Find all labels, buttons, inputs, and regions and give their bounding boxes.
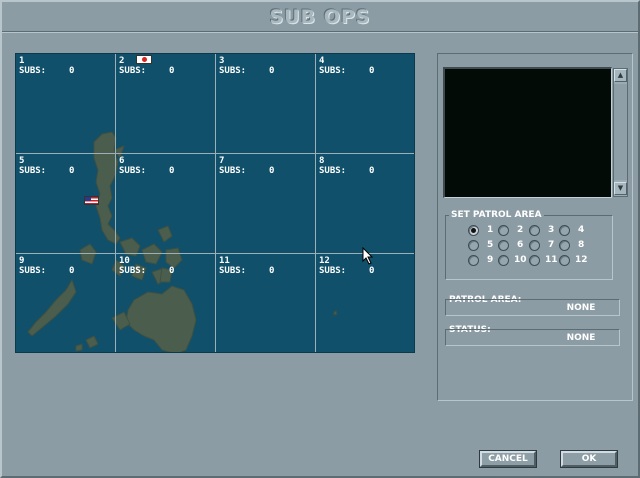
grid-cell-12[interactable]: 12 SUBS: 0 <box>316 254 414 352</box>
cell-number: 6 <box>119 156 125 166</box>
patrol-radio-4[interactable] <box>559 225 570 236</box>
cell-subs-label: SUBS: <box>319 266 347 276</box>
grid-cell-1[interactable]: 1 SUBS: 0 <box>16 54 116 154</box>
patrol-radio-label: 5 <box>487 240 494 250</box>
patrol-radio-label: 7 <box>548 240 555 250</box>
status-value: NONE <box>566 333 596 343</box>
scroll-down-button[interactable]: ▼ <box>614 182 627 195</box>
cell-subs-count: 0 <box>69 266 75 276</box>
grid-cell-2[interactable]: 2 SUBS: 0 <box>116 54 216 154</box>
message-display <box>443 67 612 198</box>
cell-subs-label: SUBS: <box>219 266 247 276</box>
cell-subs-label: SUBS: <box>319 166 347 176</box>
patrol-radio-12[interactable] <box>559 255 570 266</box>
title-divider <box>2 31 638 33</box>
cell-subs-label: SUBS: <box>119 66 147 76</box>
cell-subs-count: 0 <box>169 166 175 176</box>
cell-number: 3 <box>219 56 225 66</box>
cell-number: 2 <box>119 56 125 66</box>
cell-subs-count: 0 <box>369 66 375 76</box>
cell-subs-label: SUBS: <box>19 166 47 176</box>
grid-cell-4[interactable]: 4 SUBS: 0 <box>316 54 414 154</box>
cell-number: 1 <box>19 56 25 66</box>
patrol-area-value: NONE <box>566 303 596 313</box>
patrol-radio-8[interactable] <box>559 240 570 251</box>
grid-cell-6[interactable]: 6 SUBS: 0 <box>116 154 216 254</box>
cell-subs-label: SUBS: <box>219 66 247 76</box>
patrol-radio-9[interactable] <box>468 255 479 266</box>
grid-cell-10[interactable]: 10 SUBS: 0 <box>116 254 216 352</box>
arrow-up-icon: ▲ <box>617 71 624 79</box>
cell-number: 12 <box>319 256 330 266</box>
cancel-button[interactable]: CANCEL <box>479 450 537 468</box>
patrol-radio-label: 12 <box>575 255 588 265</box>
patrol-radio-label: 10 <box>514 255 527 265</box>
cell-subs-label: SUBS: <box>19 266 47 276</box>
cell-subs-count: 0 <box>69 166 75 176</box>
cell-subs-count: 0 <box>269 166 275 176</box>
patrol-radio-label: 9 <box>487 255 494 265</box>
grid-cell-9[interactable]: 9 SUBS: 0 <box>16 254 116 352</box>
scrollbar-track[interactable] <box>614 84 627 180</box>
cell-subs-label: SUBS: <box>19 66 47 76</box>
patrol-radio-label: 6 <box>517 240 524 250</box>
cell-subs-count: 0 <box>269 266 275 276</box>
grid-cell-7[interactable]: 7 SUBS: 0 <box>216 154 316 254</box>
cell-subs-label: SUBS: <box>119 166 147 176</box>
grid-cell-8[interactable]: 8 SUBS: 0 <box>316 154 414 254</box>
patrol-radio-10[interactable] <box>498 255 509 266</box>
cell-subs-label: SUBS: <box>219 166 247 176</box>
grid-cell-11[interactable]: 11 SUBS: 0 <box>216 254 316 352</box>
title-bar: SUB OPS <box>2 2 638 32</box>
ok-button[interactable]: OK <box>560 450 618 468</box>
cell-number: 11 <box>219 256 230 266</box>
patrol-radio-5[interactable] <box>468 240 479 251</box>
cell-number: 5 <box>19 156 25 166</box>
cell-number: 7 <box>219 156 225 166</box>
cell-subs-count: 0 <box>369 266 375 276</box>
cell-subs-count: 0 <box>269 66 275 76</box>
patrol-radio-1[interactable] <box>468 225 479 236</box>
japan-flag-icon <box>136 55 152 64</box>
page-title: SUB OPS <box>269 6 371 28</box>
usa-flag-icon <box>84 196 99 205</box>
patrol-radio-11[interactable] <box>529 255 540 266</box>
grid-cell-5[interactable]: 5 SUBS: 0 <box>16 154 116 254</box>
cell-number: 8 <box>319 156 325 166</box>
patrol-radio-label: 1 <box>487 225 494 235</box>
cell-subs-count: 0 <box>369 166 375 176</box>
grid-cell-3[interactable]: 3 SUBS: 0 <box>216 54 316 154</box>
patrol-area-group-label: SET PATROL AREA <box>449 210 544 221</box>
patrol-radio-label: 2 <box>517 225 524 235</box>
patrol-grid: 1 SUBS: 0 2 SUBS: 0 3 SUBS: 0 4 SUBS: 0 … <box>16 54 414 352</box>
patrol-map: 1 SUBS: 0 2 SUBS: 0 3 SUBS: 0 4 SUBS: 0 … <box>15 53 415 353</box>
scroll-up-button[interactable]: ▲ <box>614 69 627 82</box>
patrol-radio-7[interactable] <box>529 240 540 251</box>
arrow-down-icon: ▼ <box>617 184 624 192</box>
patrol-radio-2[interactable] <box>498 225 509 236</box>
cell-subs-label: SUBS: <box>119 266 147 276</box>
patrol-radio-label: 8 <box>578 240 585 250</box>
cell-subs-label: SUBS: <box>319 66 347 76</box>
cell-number: 4 <box>319 56 325 66</box>
patrol-radio-label: 3 <box>548 225 555 235</box>
patrol-radio-label: 11 <box>545 255 558 265</box>
patrol-radio-3[interactable] <box>529 225 540 236</box>
patrol-radio-label: 4 <box>578 225 585 235</box>
cell-subs-count: 0 <box>169 66 175 76</box>
cell-number: 10 <box>119 256 130 266</box>
patrol-radio-6[interactable] <box>498 240 509 251</box>
cell-subs-count: 0 <box>69 66 75 76</box>
cell-number: 9 <box>19 256 25 266</box>
cell-subs-count: 0 <box>169 266 175 276</box>
